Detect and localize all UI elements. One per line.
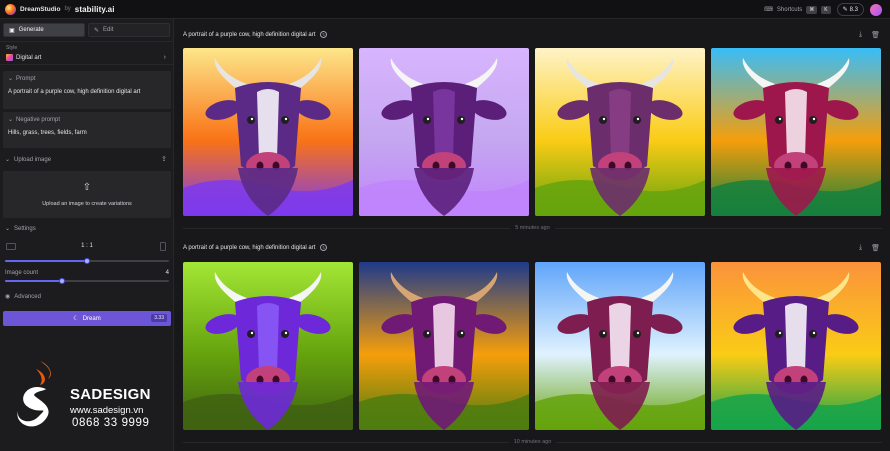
dream-cost-badge: 3.33 <box>151 314 167 322</box>
generation-timestamp: 10 minutes ago <box>175 439 890 445</box>
image-grid <box>183 48 881 216</box>
generation-timestamp: 5 minutes ago <box>175 225 890 231</box>
chevron-down-icon: ⌄ <box>8 117 14 123</box>
timestamp-text: 5 minutes ago <box>510 225 555 231</box>
generations-panel: A portrait of a purple cow, high definit… <box>175 19 890 451</box>
style-selector[interactable]: Style Digital art › <box>0 41 174 65</box>
style-value: Digital art <box>16 54 42 61</box>
credits-badge[interactable]: ✎ 8.3 <box>836 3 864 16</box>
image-count-label: Image count <box>5 270 39 276</box>
generated-image[interactable] <box>359 262 529 430</box>
chevron-down-icon: ⌄ <box>5 157 11 163</box>
image-grid <box>183 262 881 430</box>
watermark-website: www.sadesign.vn <box>70 405 144 416</box>
tab-generate[interactable]: ▣ Generate <box>3 23 85 37</box>
aspect-ratio-value: 1 : 1 <box>81 243 93 249</box>
style-label: Style <box>6 45 18 51</box>
mode-tabs: ▣ Generate ✎ Edit <box>3 23 170 37</box>
shortcut-key-cmd: ⌘ <box>806 5 818 14</box>
portrait-ratio-icon[interactable] <box>160 242 166 251</box>
sadesign-logo-icon <box>17 361 51 427</box>
regenerate-icon[interactable]: ↻ <box>320 31 328 38</box>
negative-prompt-label: Negative prompt <box>16 116 61 123</box>
generated-image[interactable] <box>535 262 705 430</box>
shortcut-key-k: K <box>821 5 831 14</box>
delete-icon[interactable]: 🗑 <box>871 31 880 39</box>
dreamstudio-logo-icon <box>5 3 16 15</box>
prompt-field[interactable]: ⌄ Prompt A portrait of a purple cow, hig… <box>3 71 171 109</box>
watermark: SADESIGN www.sadesign.vn 0868 33 9999 <box>10 355 170 435</box>
negative-prompt-field[interactable]: ⌄ Negative prompt Hills, grass, trees, f… <box>3 112 171 148</box>
avatar[interactable] <box>870 3 882 16</box>
timestamp-text: 10 minutes ago <box>508 439 557 445</box>
generated-image[interactable] <box>711 48 881 216</box>
sidebar: ▣ Generate ✎ Edit Style Digital art › ⌄ … <box>0 19 174 451</box>
generated-image[interactable] <box>183 262 353 430</box>
negative-prompt-input[interactable]: Hills, grass, trees, fields, farm <box>8 130 166 136</box>
image-count-slider-handle[interactable] <box>59 278 66 284</box>
download-icon[interactable]: ⤓ <box>859 31 862 39</box>
credits-icon: ✎ <box>842 7 848 13</box>
aspect-ratio-slider[interactable] <box>5 258 169 264</box>
generation-actions: ⤓ 🗑 <box>859 244 880 252</box>
upload-dropzone[interactable]: ⇧ Upload an image to create variations <box>3 171 171 218</box>
advanced-label: Advanced <box>14 293 41 300</box>
top-bar: DreamStudio by stability.ai ⌨ Shortcuts … <box>0 0 890 19</box>
app-by: by <box>64 6 71 12</box>
aspect-ratio-control: 1 : 1 <box>5 242 169 254</box>
dream-button-label: Dream <box>82 315 101 322</box>
generation-header: A portrait of a purple cow, high definit… <box>183 244 328 251</box>
brand-name: stability.ai <box>74 4 115 14</box>
image-count-slider[interactable] <box>5 278 169 284</box>
chevron-down-icon: ⌄ <box>8 76 14 82</box>
regenerate-icon[interactable]: ↻ <box>320 244 328 251</box>
tab-edit[interactable]: ✎ Edit <box>88 23 170 37</box>
generated-image[interactable] <box>711 262 881 430</box>
app-name: DreamStudio <box>20 5 61 13</box>
generation-header: A portrait of a purple cow, high definit… <box>183 31 328 38</box>
aspect-ratio-slider-handle[interactable] <box>84 258 90 264</box>
app-logo[interactable]: DreamStudio by stability.ai <box>5 3 115 15</box>
upload-hint: Upload an image to create variations <box>42 201 132 207</box>
sparkle-icon: ☾ <box>73 316 79 322</box>
generation-prompt: A portrait of a purple cow, high definit… <box>183 244 316 251</box>
upload-section-header[interactable]: ⌄ Upload image <box>5 156 52 164</box>
eye-icon: ◉ <box>5 294 11 300</box>
keyboard-icon: ⌨ <box>764 7 773 13</box>
dream-button[interactable]: ☾ Dream 3.33 <box>3 311 171 326</box>
tab-edit-label: Edit <box>103 27 114 33</box>
tab-generate-label: Generate <box>18 27 44 33</box>
style-thumbnail-icon <box>6 54 13 61</box>
generation-actions: ⤓ 🗑 <box>859 31 880 39</box>
upload-label: Upload image <box>14 156 52 163</box>
prompt-input[interactable]: A portrait of a purple cow, high definit… <box>8 89 166 95</box>
generated-image[interactable] <box>359 48 529 216</box>
aspect-ratio-slider-fill <box>5 260 87 262</box>
watermark-phone: 0868 33 9999 <box>72 417 150 429</box>
shortcuts-button[interactable]: ⌨ Shortcuts ⌘ K <box>764 5 831 14</box>
generation-prompt: A portrait of a purple cow, high definit… <box>183 31 316 38</box>
image-count-value: 4 <box>165 270 169 276</box>
advanced-toggle[interactable]: ◉ Advanced <box>5 293 41 301</box>
chevron-down-icon: ⌄ <box>5 226 11 232</box>
edit-icon: ✎ <box>94 27 100 34</box>
watermark-brand: SADESIGN <box>70 386 151 403</box>
delete-icon[interactable]: 🗑 <box>871 244 880 252</box>
image-icon: ▣ <box>9 27 15 34</box>
settings-section-header[interactable]: ⌄ Settings <box>5 225 36 233</box>
shortcuts-label: Shortcuts <box>776 6 803 13</box>
generated-image[interactable] <box>535 48 705 216</box>
settings-label: Settings <box>14 225 36 232</box>
image-count-row: Image count 4 <box>5 270 169 276</box>
image-count-slider-fill <box>5 280 63 282</box>
download-icon[interactable]: ⤓ <box>859 244 862 252</box>
credits-value: 8.3 <box>849 6 858 13</box>
chevron-right-icon: › <box>163 54 166 61</box>
upload-arrow-icon: ⇧ <box>82 182 92 193</box>
prompt-label: Prompt <box>16 75 36 82</box>
upload-icon[interactable]: ⇪ <box>161 155 167 163</box>
generated-image[interactable] <box>183 48 353 216</box>
